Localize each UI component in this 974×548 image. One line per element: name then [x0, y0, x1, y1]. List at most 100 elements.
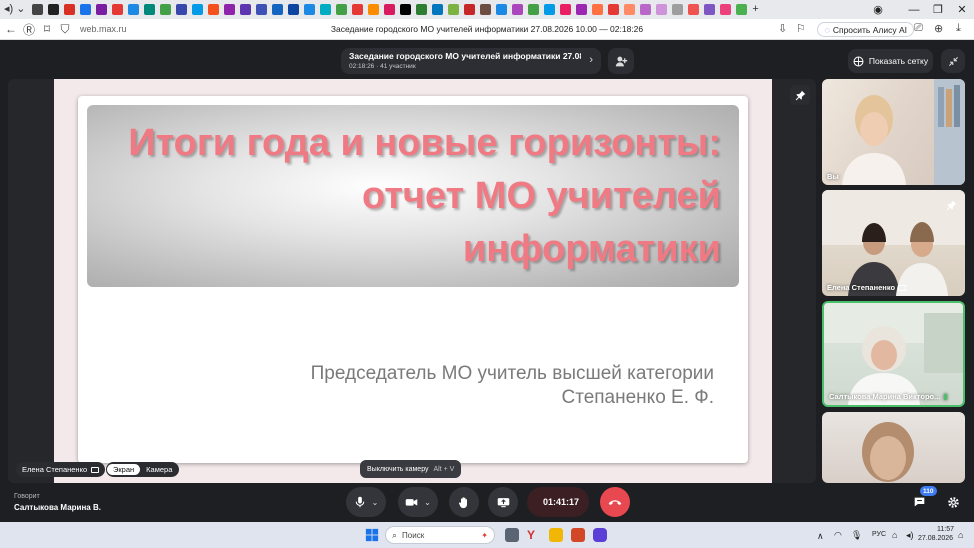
- pinned-tab-favicon-icon[interactable]: [80, 4, 92, 15]
- powerpoint-icon[interactable]: [571, 528, 585, 542]
- switch-camera-option[interactable]: Камера: [140, 464, 178, 475]
- pinned-tab-favicon-icon[interactable]: [64, 4, 76, 15]
- tray-wifi-icon[interactable]: ◠: [834, 530, 842, 541]
- bookmark-add-icon[interactable]: ⌑: [38, 22, 56, 36]
- pinned-tab-favicon-icon[interactable]: [32, 4, 44, 15]
- new-tab-icon[interactable]: +: [752, 0, 758, 19]
- clock-time[interactable]: 11:57: [928, 526, 954, 533]
- participant-tile-4[interactable]: [822, 412, 965, 483]
- pinned-tab-favicon-icon[interactable]: [384, 4, 396, 15]
- yandex-browser-icon[interactable]: Y: [527, 528, 541, 542]
- screen-camera-switch[interactable]: Экран Камера: [106, 462, 180, 477]
- bookmark-page-icon[interactable]: ⚐: [796, 22, 806, 35]
- pinned-tab-favicon-icon[interactable]: [544, 4, 556, 15]
- collapse-button[interactable]: [941, 49, 965, 73]
- microphone-button[interactable]: ⌄: [346, 487, 386, 517]
- reader-icon[interactable]: Ⓡ: [20, 21, 38, 38]
- ask-alice-button[interactable]: ◌ Спросить Алису AI: [817, 22, 914, 37]
- participant-tile-elena[interactable]: Елена Степаненко: [822, 190, 965, 296]
- pinned-tab-favicon-icon[interactable]: [528, 4, 540, 15]
- recording-timer[interactable]: 01:41:17: [527, 487, 589, 517]
- pinned-tab-favicon-icon[interactable]: [368, 4, 380, 15]
- pinned-tab-favicon-icon[interactable]: [448, 4, 460, 15]
- minimize-icon[interactable]: —: [902, 0, 926, 19]
- pinned-tab-favicon-icon[interactable]: [608, 4, 620, 15]
- pinned-tab-favicon-icon[interactable]: [432, 4, 444, 15]
- raise-hand-button[interactable]: [449, 487, 479, 517]
- pin-participant-button[interactable]: [942, 196, 960, 214]
- taskbar-search[interactable]: ⌕ Поиск ✦: [385, 526, 495, 544]
- meeting-info-pill[interactable]: Заседание городского МО учителей информа…: [341, 48, 601, 74]
- camera-button[interactable]: ⌄: [398, 487, 438, 517]
- back-icon[interactable]: ←: [2, 22, 20, 36]
- pinned-tab-favicon-icon[interactable]: [192, 4, 204, 15]
- notifications-icon[interactable]: ⌂: [958, 530, 963, 540]
- pinned-tab-favicon-icon[interactable]: [160, 4, 172, 15]
- pinned-tab-favicon-icon[interactable]: [48, 4, 60, 15]
- pin-stage-button[interactable]: [790, 85, 810, 105]
- pinned-tab-favicon-icon[interactable]: [720, 4, 732, 15]
- pinned-tab-favicon-icon[interactable]: [576, 4, 588, 15]
- pinned-tab-favicon-icon[interactable]: [272, 4, 284, 15]
- pinned-tab-favicon-icon[interactable]: [336, 4, 348, 15]
- pinned-tab-favicon-icon[interactable]: [320, 4, 332, 15]
- pinned-tab-favicon-icon[interactable]: [288, 4, 300, 15]
- show-grid-button[interactable]: Показать сетку: [848, 49, 933, 73]
- pinned-tab-favicon-icon[interactable]: [624, 4, 636, 15]
- pinned-tab-favicon-icon[interactable]: [480, 4, 492, 15]
- chevron-down-icon[interactable]: ⌄: [372, 498, 379, 507]
- keyboard-language[interactable]: РУС: [872, 531, 886, 538]
- screen-share-stage[interactable]: Итоги года и новые горизонты: отчет МО у…: [8, 79, 816, 483]
- windows-start-icon[interactable]: [365, 528, 379, 542]
- bookmark-icon[interactable]: ◉: [866, 0, 890, 19]
- site-info-icon[interactable]: ⛉: [56, 22, 74, 37]
- download-tray-icon[interactable]: ⤓: [956, 22, 961, 35]
- tray-network-icon[interactable]: ⌂: [892, 530, 897, 540]
- add-participant-button[interactable]: [608, 48, 634, 74]
- cast-icon[interactable]: ⎚: [914, 22, 923, 35]
- tab-audio-icon[interactable]: ◂): [4, 0, 13, 19]
- pinned-tab-favicon-icon[interactable]: [704, 4, 716, 15]
- pinned-tab-favicon-icon[interactable]: [400, 4, 412, 15]
- file-explorer-icon[interactable]: [549, 528, 563, 542]
- close-window-icon[interactable]: ✕: [950, 0, 974, 19]
- hang-up-button[interactable]: [600, 487, 630, 517]
- clock-date[interactable]: 27.08.2026: [918, 535, 953, 542]
- share-screen-button[interactable]: [488, 487, 518, 517]
- tray-volume-icon[interactable]: ◂): [906, 530, 914, 541]
- pinned-tab-favicon-icon[interactable]: [256, 4, 268, 15]
- pinned-tab-favicon-icon[interactable]: [416, 4, 428, 15]
- pinned-tab-favicon-icon[interactable]: [688, 4, 700, 15]
- pinned-tab-favicon-icon[interactable]: [464, 4, 476, 15]
- pinned-tab-favicon-icon[interactable]: [512, 4, 524, 15]
- participant-tile-self[interactable]: Вы: [822, 79, 965, 185]
- extensions-icon[interactable]: ⊕: [934, 22, 943, 35]
- pinned-tab-favicon-icon[interactable]: [112, 4, 124, 15]
- pinned-tab-favicon-icon[interactable]: [352, 4, 364, 15]
- max-app-icon[interactable]: [593, 528, 607, 542]
- pinned-tab-favicon-icon[interactable]: [208, 4, 220, 15]
- switch-screen-option[interactable]: Экран: [107, 464, 141, 475]
- pinned-tab-favicon-icon[interactable]: [144, 4, 156, 15]
- chevron-down-icon[interactable]: ⌄: [424, 498, 431, 507]
- downloads-icon[interactable]: ⇩: [778, 22, 787, 35]
- pinned-tab-favicon-icon[interactable]: [560, 4, 572, 15]
- pinned-tab-favicon-icon[interactable]: [672, 4, 684, 15]
- settings-button[interactable]: [942, 491, 964, 513]
- pinned-tab-favicon-icon[interactable]: [736, 4, 748, 15]
- participant-tile-saltykova[interactable]: Салтыкова Марина Викторо... ▮: [822, 301, 965, 407]
- pinned-tab-favicon-icon[interactable]: [304, 4, 316, 15]
- pinned-tab-favicon-icon[interactable]: [240, 4, 252, 15]
- tab-list-chevron-icon[interactable]: ⌄: [16, 0, 25, 19]
- pinned-tab-favicon-icon[interactable]: [96, 4, 108, 15]
- url-text[interactable]: web.max.ru: [80, 24, 127, 34]
- pinned-tab-favicon-icon[interactable]: [224, 4, 236, 15]
- pinned-tab-favicon-icon[interactable]: [496, 4, 508, 15]
- pinned-tab-favicon-icon[interactable]: [656, 4, 668, 15]
- pinned-tab-favicon-icon[interactable]: [592, 4, 604, 15]
- pinned-tab-favicon-icon[interactable]: [176, 4, 188, 15]
- tray-mic-icon[interactable]: 🎙: [851, 530, 862, 541]
- pinned-tab-favicon-icon[interactable]: [128, 4, 140, 15]
- tray-chevron-icon[interactable]: ∧: [817, 531, 824, 542]
- restore-icon[interactable]: ❐: [926, 0, 950, 19]
